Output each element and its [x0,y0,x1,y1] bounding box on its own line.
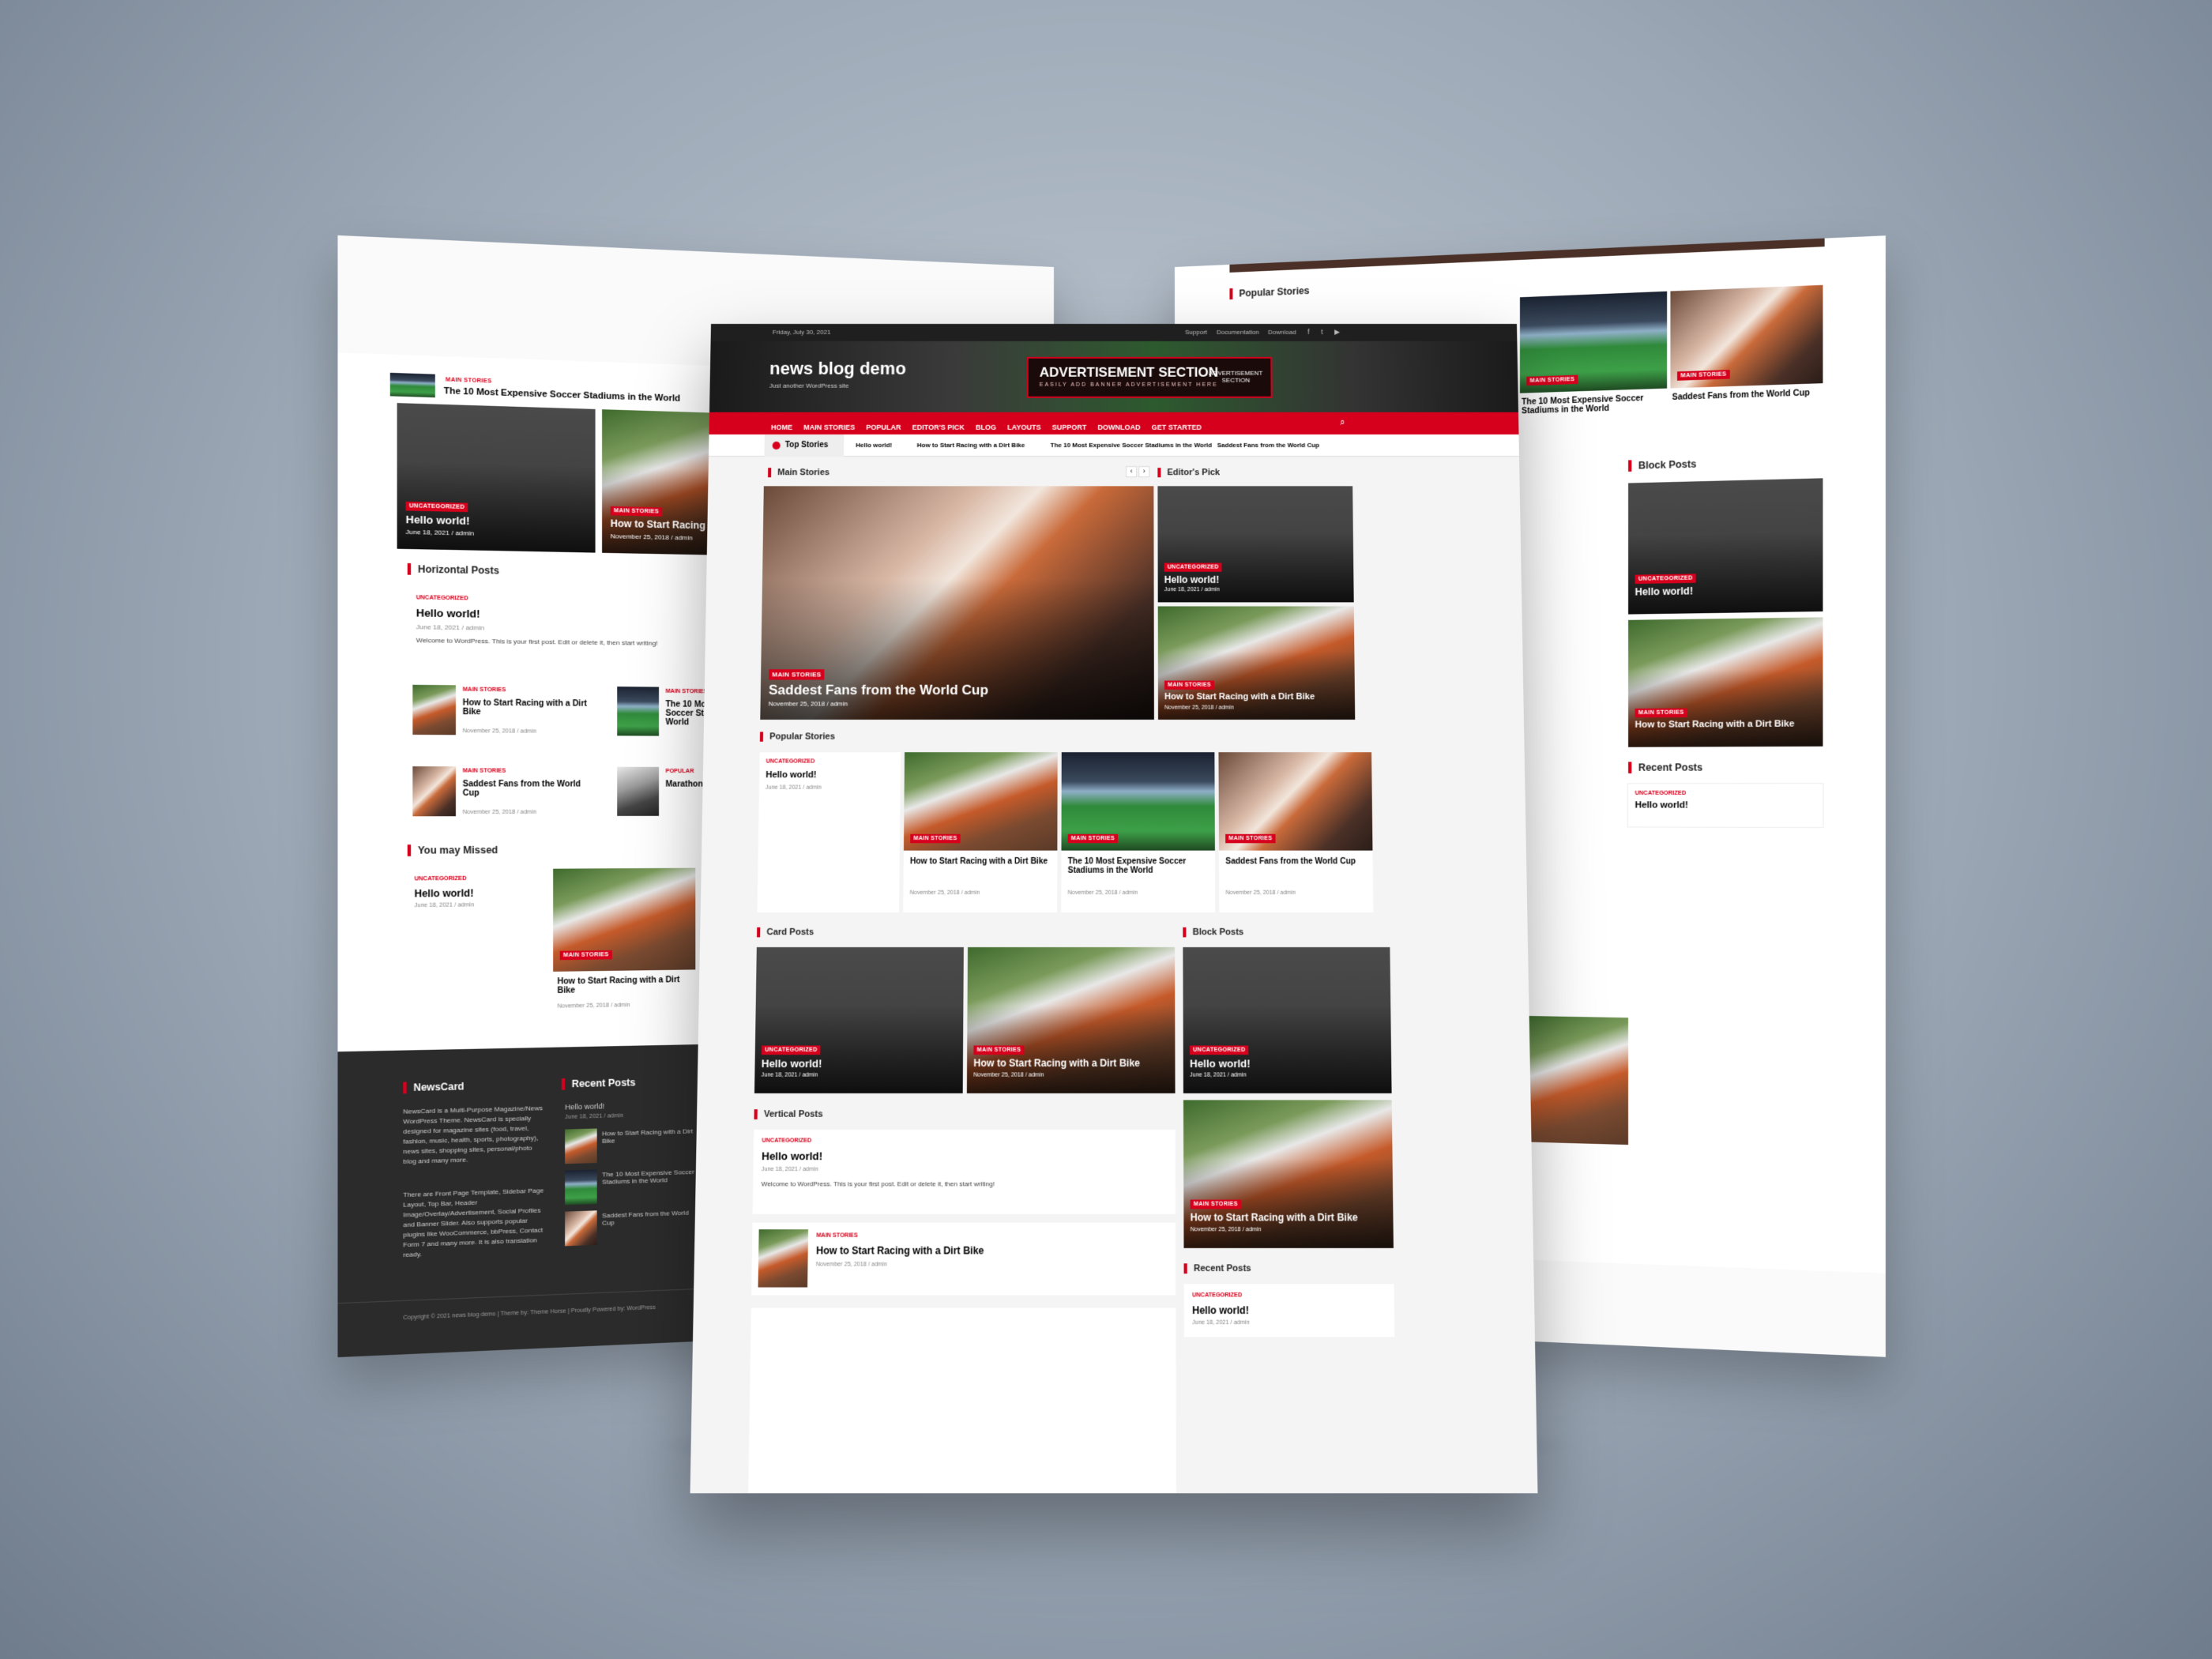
nav-get-started[interactable]: GET STARTED [1152,423,1202,431]
nav-layouts[interactable]: LAYOUTS [1007,423,1040,431]
top-stories-ticker: Top Stories Hello world! How to Start Ra… [708,434,1520,457]
popular-dirt[interactable]: MAIN STORIES How to Start Racing with a … [903,752,1058,912]
missed-dirt-image[interactable]: MAIN STORIES [553,867,696,972]
top-bar: Friday, July 30, 2021 Support Documentat… [710,324,1518,341]
you-may-missed-title: You may Missed [407,844,498,856]
vertical-posts-title: Vertical Posts [754,1109,823,1119]
nav-blog[interactable]: BLOG [976,423,996,431]
popular-stadium[interactable]: MAIN STORIES The 10 Most Expensive Socce… [1061,752,1216,912]
missed-hello[interactable]: UNCATEGORIZED Hello world! June 18, 2021… [407,868,545,1036]
vertical-hello[interactable]: UNCATEGORIZED Hello world! June 18, 2021… [752,1129,1176,1214]
nav-download[interactable]: DOWNLOAD [1097,423,1140,431]
card-hello[interactable]: UNCATEGORIZED Hello world! June 18, 2021… [754,946,964,1093]
right-recent-hello[interactable]: UNCATEGORIZED Hello world! [1628,784,1823,828]
left-hero-hello[interactable]: UNCATEGORIZED Hello world! June 18, 2021… [397,403,596,553]
editors-dirt[interactable]: MAIN STORIES How to Start Racing with a … [1157,606,1356,720]
search-icon[interactable]: ⌕ [1340,418,1345,428]
editors-hello[interactable]: UNCATEGORIZED Hello world! June 18, 2021… [1157,486,1354,603]
right-block-dirt[interactable]: MAIN STORIES How to Start Racing with a … [1628,617,1823,747]
popular-stories-title: Popular Stories [759,732,836,742]
nav-home[interactable]: HOME [771,423,792,431]
editors-pick-title: Editor's Pick [1157,468,1221,478]
site-title[interactable]: news blog demo [769,359,906,379]
nav-popular[interactable]: POPULAR [866,423,901,431]
site-tagline: Just another WordPress site [769,382,849,389]
popular-hello[interactable]: UNCATEGORIZED Hello world! June 18, 2021… [757,752,901,912]
ad-banner[interactable]: ADVERTISEMENT SECTION EASILY ADD BANNER … [1026,356,1273,398]
next-arrow-icon[interactable]: › [1138,466,1150,478]
twitter-icon[interactable]: t [1321,328,1323,336]
youtube-icon[interactable]: ▶ [1334,328,1340,337]
card-dirt[interactable]: MAIN STORIES How to Start Racing with a … [966,946,1176,1093]
topbar-support[interactable]: Support [1185,329,1207,336]
left-list-fans[interactable]: MAIN STORIES Saddest Fans from the World… [407,761,604,837]
nav-main-stories[interactable]: MAIN STORIES [803,423,855,431]
block-hello[interactable]: UNCATEGORIZED Hello world! June 18, 2021… [1183,946,1392,1093]
main-stories-title: Main Stories [768,468,830,478]
nav-editors-pick[interactable]: EDITOR'S PICK [912,423,965,431]
right-stadium-image[interactable]: MAIN STORIES [1519,291,1668,393]
live-dot-icon [772,441,781,450]
popular-fans[interactable]: MAIN STORIES Saddest Fans from the World… [1218,752,1374,912]
block-dirt[interactable]: MAIN STORIES How to Start Racing with a … [1183,1100,1394,1248]
main-nav: HOME MAIN STORIES POPULAR EDITOR'S PICK BLOG… [709,412,1519,434]
nav-support[interactable]: SUPPORT [1052,423,1087,431]
right-fans-image[interactable]: MAIN STORIES [1670,284,1823,389]
facebook-icon[interactable]: f [1307,328,1310,336]
prev-arrow-icon[interactable]: ‹ [1126,466,1138,478]
vertical-dirt[interactable]: MAIN STORIES How to Start Racing with a … [751,1222,1176,1296]
topbar-download[interactable]: Download [1268,329,1296,336]
horizontal-posts-title: Horizontal Posts [407,562,499,577]
right-block-hello[interactable]: UNCATEGORIZED Hello world! [1628,478,1823,615]
left-list-dirt[interactable]: MAIN STORIES How to Start Racing with a … [407,679,604,756]
main-hero-post[interactable]: MAIN STORIES Saddest Fans from the World… [760,486,1154,720]
card-posts-title: Card Posts [757,927,814,938]
block-posts-title: Block Posts [1183,927,1244,938]
topbar-docs[interactable]: Documentation [1217,329,1259,336]
recent-hello[interactable]: UNCATEGORIZED Hello world! June 18, 2021… [1183,1284,1395,1337]
main-page-mockup: Friday, July 30, 2021 Support Documentat… [690,324,1538,1494]
header: news blog demo Just another WordPress si… [709,340,1518,412]
recent-posts-title: Recent Posts [1183,1263,1251,1274]
